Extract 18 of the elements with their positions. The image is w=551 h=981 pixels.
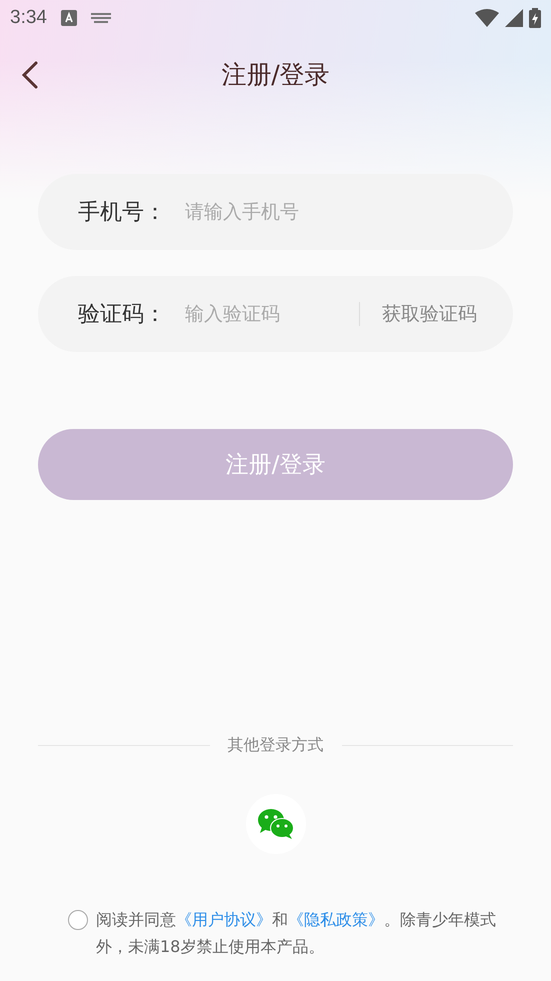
field-label: 手机号：: [78, 199, 167, 227]
status-time: 3:34: [10, 7, 47, 29]
wechat-icon: [256, 808, 294, 840]
wifi-icon: [475, 9, 499, 27]
agree-checkbox[interactable]: [68, 910, 88, 930]
agreement-link[interactable]: 《隐私政策》: [288, 910, 384, 929]
page-title: 注册/登录: [221, 58, 330, 90]
signal-icon: [505, 9, 523, 27]
keyboard-letter-icon: [60, 10, 77, 26]
agreement-text: 阅读并同意《用户协议》和《隐私政策》。除青少年模式外，未满18岁禁止使用本产品。: [96, 909, 497, 958]
battery-icon: [529, 8, 541, 28]
input-field[interactable]: 请输入手机号: [183, 200, 477, 224]
agreement-link[interactable]: 《用户协议》: [176, 910, 272, 929]
other-login-label: 其他登录方式: [228, 735, 324, 756]
get-code-button[interactable]: 获取验证码: [382, 301, 477, 327]
field-label: 验证码：: [78, 301, 167, 329]
input-field[interactable]: 输入验证码: [183, 302, 337, 326]
keyboard-icon: [90, 13, 111, 23]
